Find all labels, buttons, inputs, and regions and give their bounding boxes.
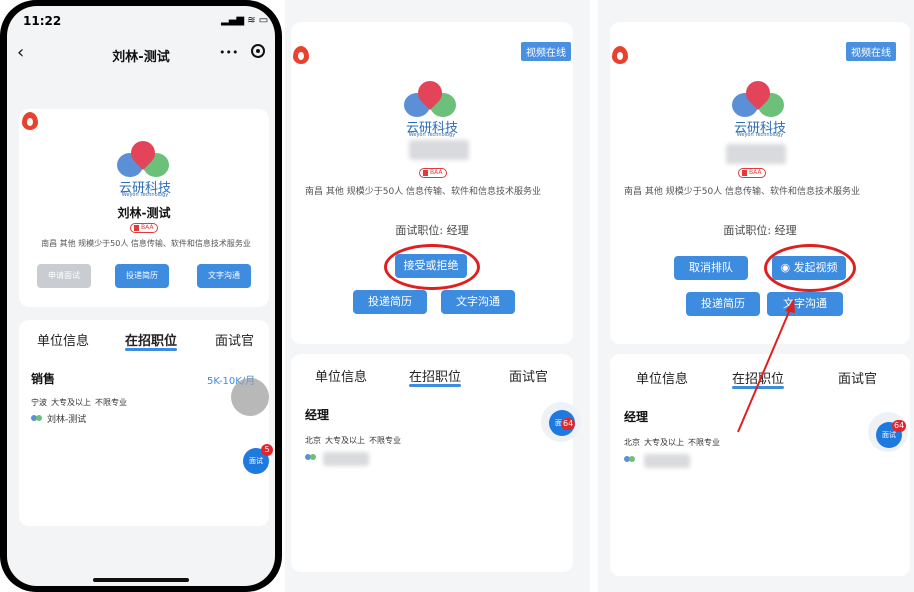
job-tags: 宁波 大专及以上 不限专业 [31, 390, 131, 409]
annotation-arrow [737, 299, 795, 433]
phone-frame: 11:22 ▂▄▆ ≋ ▭ ‹ 刘林-测试 ••• 云研科技 Weyon Tec… [0, 0, 282, 592]
submit-resume-button[interactable]: 投递简历 [115, 264, 169, 288]
job-tags: 北京 大专及以上 不限专业 [305, 428, 405, 447]
highlight-circle [384, 244, 480, 290]
company-card: 视频在线 云研科技 Weyon Technology BAA 南昌 其他 规模少… [291, 22, 573, 344]
active-tab-indicator [125, 348, 177, 351]
company-logo: 云研科技 Weyon Technology [115, 136, 175, 198]
job-title[interactable]: 经理 [305, 406, 329, 423]
interview-count-badge: 64 [561, 418, 576, 430]
logo-subtext: Weyon Technology [121, 192, 169, 198]
tab-open-positions[interactable]: 在招职位 [409, 366, 461, 385]
phone-screen: 11:22 ▂▄▆ ≋ ▭ ‹ 刘林-测试 ••• 云研科技 Weyon Tec… [7, 6, 275, 586]
screen-accept: 视频在线 云研科技 Weyon Technology BAA 南昌 其他 规模少… [285, 0, 590, 592]
active-tab-indicator [409, 384, 461, 387]
submit-resume-button[interactable]: 投递简历 [353, 290, 427, 314]
apply-interview-button[interactable]: 申请面试 [37, 264, 91, 288]
interview-position: 面试职位: 经理 [395, 224, 469, 237]
tab-company-info[interactable]: 单位信息 [315, 366, 367, 385]
tab-company-info[interactable]: 单位信息 [37, 330, 89, 349]
arrow-head [785, 300, 795, 313]
company-info: 南昌 其他 规模少于50人 信息传输、软件和信息技术服务业 [305, 187, 542, 197]
tab-interviewers[interactable]: 面试官 [509, 366, 548, 385]
arrow-line [737, 299, 795, 433]
company-avatar [305, 452, 317, 462]
tab-open-positions[interactable]: 在招职位 [125, 330, 177, 349]
hot-icon [22, 112, 38, 130]
text-chat-button[interactable]: 文字沟通 [441, 290, 515, 314]
job-tag: 大专及以上 [325, 436, 365, 445]
close-miniapp-icon[interactable] [251, 44, 265, 58]
redacted-company-name [409, 140, 469, 160]
job-list-card: 单位信息 在招职位 面试官 销售 5K-10K/月 宁波 大专及以上 不限专业 刘林… [19, 320, 273, 526]
company-info: 南昌 其他 规模少于50人 信息传输、软件和信息技术服务业 [41, 239, 251, 248]
text-chat-button[interactable]: 文字沟通 [197, 264, 251, 288]
certification-badge: BAA [419, 168, 447, 178]
job-tag: 大专及以上 [51, 398, 91, 407]
job-tag: 不限专业 [95, 398, 127, 407]
status-time: 11:22 [23, 14, 62, 28]
video-online-tag: 视频在线 [521, 42, 571, 61]
tab-interviewers[interactable]: 面试官 [215, 330, 254, 349]
job-tag: 不限专业 [369, 436, 401, 445]
hot-icon [293, 46, 309, 64]
company-avatar [31, 413, 43, 423]
more-icon[interactable]: ••• [219, 46, 238, 59]
job-company: 刘林-测试 [47, 415, 87, 425]
home-indicator [93, 578, 189, 582]
status-icons: ▂▄▆ ≋ ▭ [221, 15, 269, 26]
company-name: 刘林-测试 [117, 206, 171, 220]
touch-indicator [231, 378, 269, 416]
company-card: 云研科技 Weyon Technology 刘林-测试 BAA 南昌 其他 规模… [19, 109, 269, 307]
interview-count-badge: 5 [261, 444, 273, 456]
company-logo: 云研科技 Weyon Technology [402, 76, 462, 138]
redacted-company [323, 452, 369, 466]
logo-subtext: Weyon Technology [408, 132, 456, 138]
job-list-card: 单位信息 在招职位 面试官 经理 北京大专及以上不限专业 面试 64 [291, 354, 581, 572]
job-title[interactable]: 销售 [31, 370, 55, 387]
certification-badge: BAA [130, 223, 158, 233]
job-tag: 北京 [305, 436, 321, 445]
job-tag: 宁波 [31, 398, 47, 407]
